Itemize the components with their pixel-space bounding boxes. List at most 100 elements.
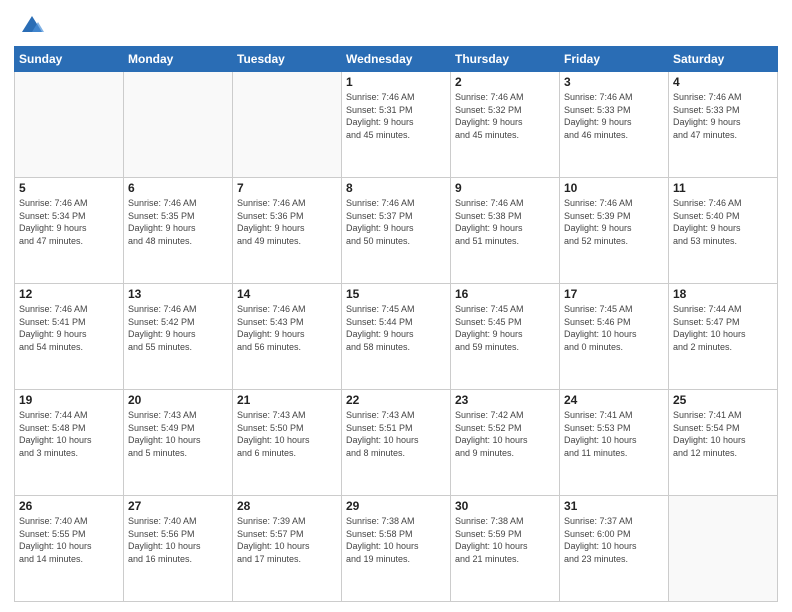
day-info: Sunrise: 7:46 AM Sunset: 5:43 PM Dayligh… [237,303,337,353]
weekday-header-tuesday: Tuesday [233,47,342,72]
day-number: 25 [673,393,773,407]
calendar-cell: 7 Sunrise: 7:46 AM Sunset: 5:36 PM Daylig… [233,178,342,284]
day-info: Sunrise: 7:41 AM Sunset: 5:53 PM Dayligh… [564,409,664,459]
calendar-cell [669,496,778,602]
day-number: 5 [19,181,119,195]
header [14,10,778,38]
day-info: Sunrise: 7:46 AM Sunset: 5:42 PM Dayligh… [128,303,228,353]
week-row-5: 26Sunrise: 7:40 AM Sunset: 5:55 PM Dayli… [15,496,778,602]
day-number: 31 [564,499,664,513]
day-info: Sunrise: 7:46 AM Sunset: 5:40 PM Dayligh… [673,197,773,247]
calendar-cell: 8 Sunrise: 7:46 AM Sunset: 5:37 PM Daylig… [342,178,451,284]
day-info: Sunrise: 7:43 AM Sunset: 5:49 PM Dayligh… [128,409,228,459]
calendar-cell: 25 Sunrise: 7:41 AM Sunset: 5:54 PM Dayli… [669,390,778,496]
calendar-cell: 29 Sunrise: 7:38 AM Sunset: 5:58 PM Dayli… [342,496,451,602]
day-number: 4 [673,75,773,89]
calendar-cell: 15 Sunrise: 7:45 AM Sunset: 5:44 PM Dayli… [342,284,451,390]
day-info: Sunrise: 7:46 AM Sunset: 5:36 PM Dayligh… [237,197,337,247]
day-number: 21 [237,393,337,407]
weekday-header-row: SundayMondayTuesdayWednesdayThursdayFrid… [15,47,778,72]
calendar-cell: 22 Sunrise: 7:43 AM Sunset: 5:51 PM Dayli… [342,390,451,496]
weekday-header-monday: Monday [124,47,233,72]
calendar-cell: 28 Sunrise: 7:39 AM Sunset: 5:57 PM Dayli… [233,496,342,602]
day-number: 18 [673,287,773,301]
calendar-cell: 26Sunrise: 7:40 AM Sunset: 5:55 PM Dayli… [15,496,124,602]
calendar-cell [124,72,233,178]
day-info: Sunrise: 7:44 AM Sunset: 5:47 PM Dayligh… [673,303,773,353]
page: SundayMondayTuesdayWednesdayThursdayFrid… [0,0,792,612]
calendar-cell [233,72,342,178]
day-number: 1 [346,75,446,89]
day-info: Sunrise: 7:43 AM Sunset: 5:51 PM Dayligh… [346,409,446,459]
day-number: 14 [237,287,337,301]
calendar-cell: 18 Sunrise: 7:44 AM Sunset: 5:47 PM Dayli… [669,284,778,390]
calendar-cell: 16Sunrise: 7:45 AM Sunset: 5:45 PM Dayli… [451,284,560,390]
day-info: Sunrise: 7:46 AM Sunset: 5:33 PM Dayligh… [564,91,664,141]
day-number: 3 [564,75,664,89]
day-number: 13 [128,287,228,301]
week-row-3: 12Sunrise: 7:46 AM Sunset: 5:41 PM Dayli… [15,284,778,390]
calendar-cell: 13 Sunrise: 7:46 AM Sunset: 5:42 PM Dayli… [124,284,233,390]
day-number: 24 [564,393,664,407]
day-number: 8 [346,181,446,195]
calendar-cell: 24 Sunrise: 7:41 AM Sunset: 5:53 PM Dayli… [560,390,669,496]
day-number: 27 [128,499,228,513]
logo-icon [18,10,46,38]
calendar-cell: 9 Sunrise: 7:46 AM Sunset: 5:38 PM Daylig… [451,178,560,284]
day-info: Sunrise: 7:38 AM Sunset: 5:58 PM Dayligh… [346,515,446,565]
day-info: Sunrise: 7:40 AM Sunset: 5:56 PM Dayligh… [128,515,228,565]
weekday-header-wednesday: Wednesday [342,47,451,72]
day-number: 6 [128,181,228,195]
calendar-cell: 11Sunrise: 7:46 AM Sunset: 5:40 PM Dayli… [669,178,778,284]
calendar-cell: 30Sunrise: 7:38 AM Sunset: 5:59 PM Dayli… [451,496,560,602]
day-number: 23 [455,393,555,407]
calendar-cell: 4Sunrise: 7:46 AM Sunset: 5:33 PM Daylig… [669,72,778,178]
day-number: 2 [455,75,555,89]
calendar-cell: 19 Sunrise: 7:44 AM Sunset: 5:48 PM Dayli… [15,390,124,496]
calendar-cell: 5 Sunrise: 7:46 AM Sunset: 5:34 PM Daylig… [15,178,124,284]
calendar-cell: 10Sunrise: 7:46 AM Sunset: 5:39 PM Dayli… [560,178,669,284]
day-info: Sunrise: 7:46 AM Sunset: 5:31 PM Dayligh… [346,91,446,141]
calendar-cell: 1 Sunrise: 7:46 AM Sunset: 5:31 PM Daylig… [342,72,451,178]
calendar-cell: 2 Sunrise: 7:46 AM Sunset: 5:32 PM Daylig… [451,72,560,178]
calendar-cell: 14 Sunrise: 7:46 AM Sunset: 5:43 PM Dayli… [233,284,342,390]
day-info: Sunrise: 7:39 AM Sunset: 5:57 PM Dayligh… [237,515,337,565]
day-info: Sunrise: 7:45 AM Sunset: 5:44 PM Dayligh… [346,303,446,353]
weekday-header-thursday: Thursday [451,47,560,72]
day-info: Sunrise: 7:46 AM Sunset: 5:34 PM Dayligh… [19,197,119,247]
calendar-cell [15,72,124,178]
day-info: Sunrise: 7:37 AM Sunset: 6:00 PM Dayligh… [564,515,664,565]
day-number: 17 [564,287,664,301]
day-info: Sunrise: 7:44 AM Sunset: 5:48 PM Dayligh… [19,409,119,459]
day-number: 29 [346,499,446,513]
calendar-cell: 6 Sunrise: 7:46 AM Sunset: 5:35 PM Daylig… [124,178,233,284]
day-number: 20 [128,393,228,407]
calendar-cell: 3 Sunrise: 7:46 AM Sunset: 5:33 PM Daylig… [560,72,669,178]
day-info: Sunrise: 7:43 AM Sunset: 5:50 PM Dayligh… [237,409,337,459]
day-info: Sunrise: 7:46 AM Sunset: 5:38 PM Dayligh… [455,197,555,247]
day-number: 9 [455,181,555,195]
day-info: Sunrise: 7:41 AM Sunset: 5:54 PM Dayligh… [673,409,773,459]
calendar-cell: 20 Sunrise: 7:43 AM Sunset: 5:49 PM Dayli… [124,390,233,496]
day-number: 19 [19,393,119,407]
day-number: 30 [455,499,555,513]
day-info: Sunrise: 7:46 AM Sunset: 5:37 PM Dayligh… [346,197,446,247]
day-number: 22 [346,393,446,407]
day-number: 15 [346,287,446,301]
day-info: Sunrise: 7:42 AM Sunset: 5:52 PM Dayligh… [455,409,555,459]
day-number: 7 [237,181,337,195]
week-row-2: 5 Sunrise: 7:46 AM Sunset: 5:34 PM Daylig… [15,178,778,284]
day-number: 12 [19,287,119,301]
day-info: Sunrise: 7:46 AM Sunset: 5:35 PM Dayligh… [128,197,228,247]
day-number: 28 [237,499,337,513]
weekday-header-sunday: Sunday [15,47,124,72]
calendar-cell: 23 Sunrise: 7:42 AM Sunset: 5:52 PM Dayli… [451,390,560,496]
week-row-1: 1 Sunrise: 7:46 AM Sunset: 5:31 PM Daylig… [15,72,778,178]
weekday-header-friday: Friday [560,47,669,72]
day-info: Sunrise: 7:46 AM Sunset: 5:39 PM Dayligh… [564,197,664,247]
day-info: Sunrise: 7:46 AM Sunset: 5:32 PM Dayligh… [455,91,555,141]
day-info: Sunrise: 7:45 AM Sunset: 5:46 PM Dayligh… [564,303,664,353]
day-number: 16 [455,287,555,301]
calendar-cell: 21 Sunrise: 7:43 AM Sunset: 5:50 PM Dayli… [233,390,342,496]
calendar-cell: 17 Sunrise: 7:45 AM Sunset: 5:46 PM Dayli… [560,284,669,390]
